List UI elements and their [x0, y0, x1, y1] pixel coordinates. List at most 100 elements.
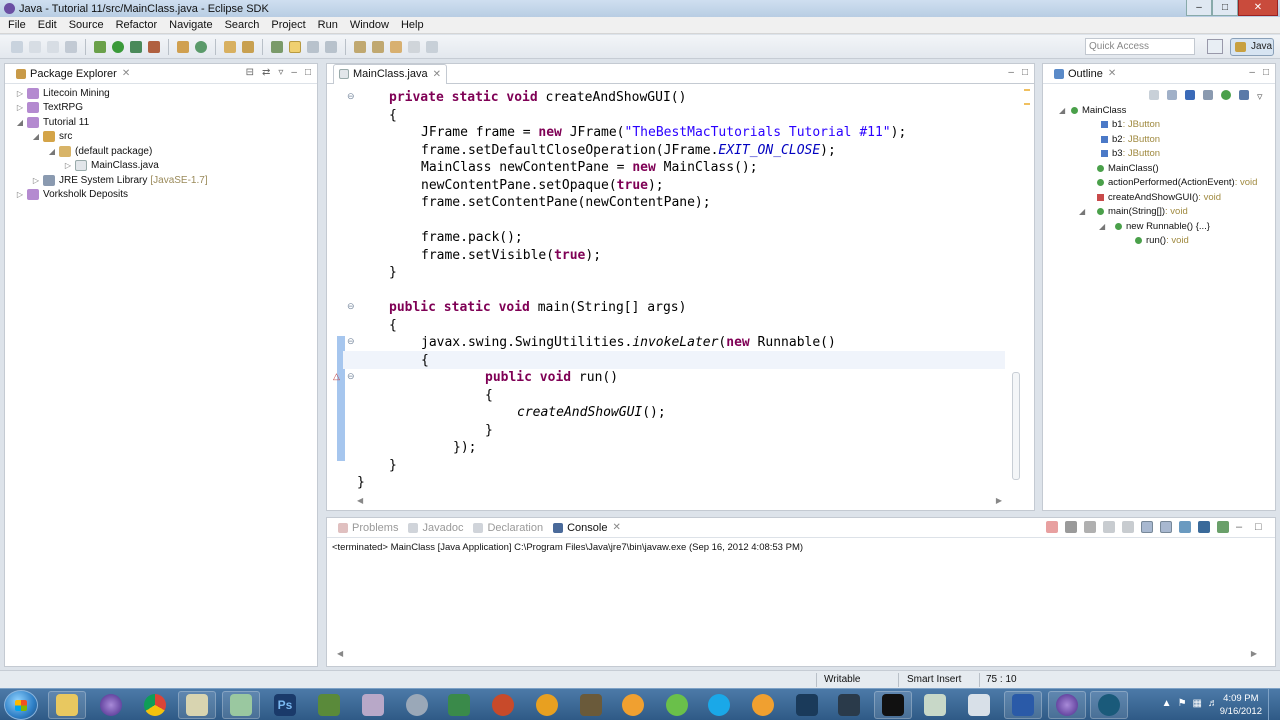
word-task[interactable]: [1004, 691, 1042, 719]
outline-item-b1[interactable]: b1 : JButton: [1043, 118, 1275, 133]
open-perspective-icon[interactable]: [1207, 39, 1223, 54]
app-task[interactable]: [1090, 691, 1128, 719]
explorer-task[interactable]: [48, 691, 86, 719]
app-task[interactable]: [916, 691, 954, 719]
maximize-icon[interactable]: □: [1263, 67, 1269, 78]
minimize-button[interactable]: –: [1186, 0, 1212, 16]
outline-item-create-and-show-gui[interactable]: createAndShowGUI() : void: [1043, 190, 1275, 205]
editor-vertical-scrollbar[interactable]: [1012, 372, 1020, 480]
outline-item-new-runnable[interactable]: ◢ new Runnable() {...}: [1043, 219, 1275, 234]
pin-editor-icon[interactable]: [426, 40, 438, 53]
scroll-left-icon[interactable]: ◀: [357, 496, 363, 505]
collapse-icon[interactable]: ◢: [1079, 207, 1097, 216]
toggle-breadcrumb-icon[interactable]: [271, 40, 283, 53]
minimize-icon[interactable]: –: [1249, 67, 1255, 78]
tray-overflow-icon[interactable]: ▲: [1162, 698, 1172, 709]
hide-static-icon[interactable]: [1203, 90, 1213, 100]
close-button[interactable]: ✕: [1238, 0, 1278, 16]
new-class-icon[interactable]: [195, 40, 207, 53]
print-icon[interactable]: [65, 40, 77, 53]
tree-item-src[interactable]: ◢ src: [5, 130, 317, 145]
view-menu-icon[interactable]: ▿: [278, 67, 283, 78]
chrome-task[interactable]: [136, 691, 174, 719]
eclipse-task[interactable]: [1048, 691, 1086, 719]
volume-icon[interactable]: ♬: [1208, 698, 1218, 709]
tree-item-mainclass-java[interactable]: ▷ MainClass.java: [5, 159, 317, 174]
show-on-stderr-icon[interactable]: [1160, 521, 1172, 533]
display-console-icon[interactable]: [1198, 521, 1210, 533]
minecraft-task[interactable]: [310, 691, 348, 719]
tree-item-tutorial-11[interactable]: ◢ Tutorial 11: [5, 115, 317, 130]
link-with-editor-icon[interactable]: ⇄: [262, 67, 270, 78]
forward-icon[interactable]: [408, 40, 420, 53]
hide-fields-icon[interactable]: [1185, 90, 1195, 100]
debug-icon[interactable]: [94, 40, 106, 53]
action-center-icon[interactable]: ⚑: [1178, 698, 1187, 709]
maximize-icon[interactable]: □: [1022, 67, 1028, 78]
terminate-icon[interactable]: [1046, 521, 1058, 533]
start-button[interactable]: [4, 690, 38, 720]
expand-icon[interactable]: ▷: [15, 190, 25, 199]
open-type-icon[interactable]: [224, 40, 236, 53]
show-on-stdout-icon[interactable]: [1141, 521, 1153, 533]
maximize-icon[interactable]: □: [1255, 521, 1267, 533]
outline-item-b2[interactable]: b2 : JButton: [1043, 132, 1275, 147]
tab-mainclass-java[interactable]: MainClass.java ✕: [333, 63, 447, 84]
tab-javadoc[interactable]: Javadoc: [403, 518, 468, 538]
outline-item-mainclass[interactable]: ◢ MainClass: [1043, 103, 1275, 118]
menu-edit[interactable]: Edit: [32, 19, 63, 31]
remove-all-terminated-icon[interactable]: [1084, 521, 1096, 533]
runescape-task[interactable]: [572, 691, 610, 719]
skype-task[interactable]: [700, 691, 738, 719]
app-task[interactable]: [484, 691, 522, 719]
save-icon[interactable]: [29, 40, 41, 53]
menu-search[interactable]: Search: [219, 19, 266, 31]
outline-item-constructor[interactable]: MainClass(): [1043, 161, 1275, 176]
image-viewer-task[interactable]: [222, 691, 260, 719]
collapse-icon[interactable]: ◢: [15, 118, 25, 127]
search-icon[interactable]: [242, 40, 254, 53]
java-perspective-button[interactable]: Java: [1230, 38, 1274, 56]
pin-console-icon[interactable]: [1179, 521, 1191, 533]
tree-item-vorksholk-deposits[interactable]: ▷ Vorksholk Deposits: [5, 188, 317, 203]
expand-icon[interactable]: ▷: [31, 176, 41, 185]
tab-declaration[interactable]: Declaration: [468, 518, 548, 538]
editor-horizontal-scrollbar[interactable]: ◀ ▶: [357, 496, 1002, 505]
menu-file[interactable]: File: [2, 19, 32, 31]
menu-navigate[interactable]: Navigate: [163, 19, 218, 31]
app-task[interactable]: [398, 691, 436, 719]
menu-source[interactable]: Source: [63, 19, 110, 31]
scroll-lock-icon[interactable]: [1122, 521, 1134, 533]
app-task[interactable]: [440, 691, 478, 719]
network-icon[interactable]: ▦: [1193, 698, 1202, 709]
collapse-all-icon[interactable]: [1149, 90, 1159, 100]
expand-icon[interactable]: ▷: [15, 103, 25, 112]
code-editor[interactable]: ⊖ ⊖ ⊖ ⊖ △ private static void createAndS…: [327, 86, 1007, 494]
collapse-all-icon[interactable]: ⊟: [246, 67, 254, 78]
expand-icon[interactable]: ▷: [63, 161, 73, 170]
close-icon[interactable]: ✕: [1108, 68, 1116, 79]
tab-console[interactable]: Console ✕: [548, 518, 626, 538]
minimize-icon[interactable]: –: [1008, 67, 1014, 78]
new-icon[interactable]: [11, 40, 23, 53]
close-icon[interactable]: ✕: [433, 69, 441, 80]
tree-item-litecoin-mining[interactable]: ▷ Litecoin Mining: [5, 86, 317, 101]
tab-package-explorer[interactable]: Package Explorer ✕: [11, 64, 135, 84]
outline-item-action-performed[interactable]: actionPerformed(ActionEvent) : void: [1043, 176, 1275, 191]
fold-icon[interactable]: ⊖: [347, 371, 355, 382]
taskbar-clock[interactable]: 4:09 PM 9/16/2012: [1220, 692, 1262, 718]
scroll-right-icon[interactable]: ▶: [1251, 649, 1257, 658]
show-desktop-button[interactable]: [1268, 689, 1280, 720]
console-horizontal-scrollbar[interactable]: ◀ ▶: [337, 649, 1257, 658]
steam-task[interactable]: [830, 691, 868, 719]
overview-marker[interactable]: [1024, 103, 1030, 105]
fold-icon[interactable]: ⊖: [347, 301, 355, 312]
app-task[interactable]: [354, 691, 392, 719]
remove-launch-icon[interactable]: [1065, 521, 1077, 533]
previous-annotation-icon[interactable]: [372, 40, 384, 53]
tree-item-jre-library[interactable]: ▷ JRE System Library [JavaSE-1.7]: [5, 173, 317, 188]
maximize-button[interactable]: □: [1212, 0, 1238, 16]
tab-outline[interactable]: Outline ✕: [1049, 64, 1121, 84]
new-java-project-icon[interactable]: [177, 40, 189, 53]
close-icon[interactable]: ✕: [122, 68, 130, 79]
